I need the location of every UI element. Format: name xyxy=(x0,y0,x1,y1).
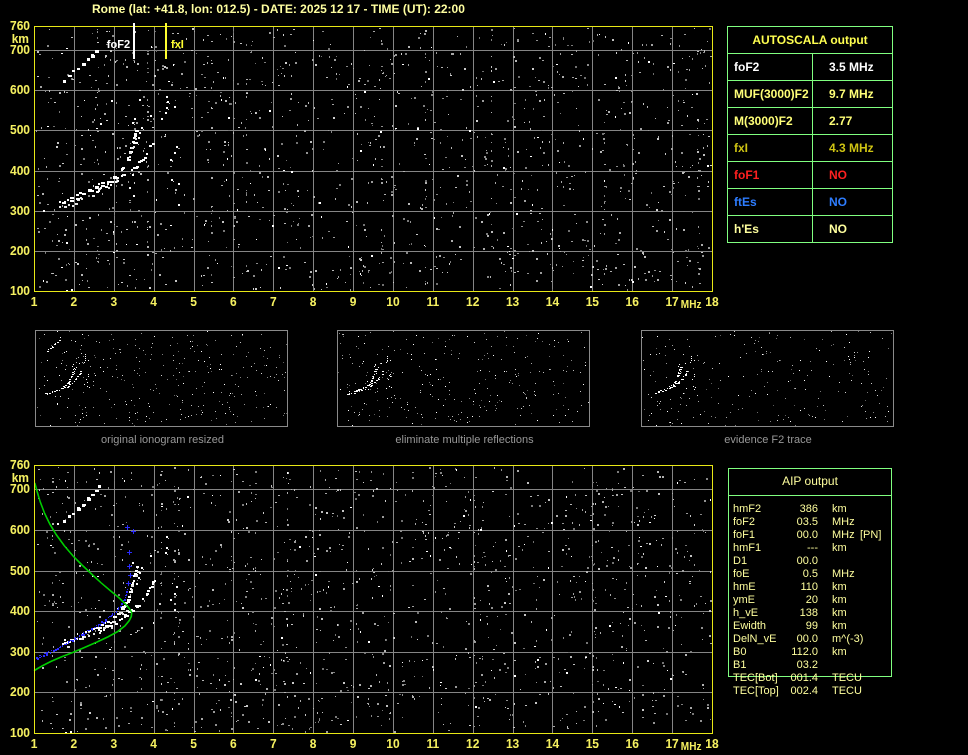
autoscala-window: Rome (lat: +41.8, lon: 012.5) - DATE: 20… xyxy=(0,0,968,755)
autoscala-table-header: AUTOSCALA output xyxy=(728,27,892,54)
table-row: ymE 20 km xyxy=(733,594,847,606)
table-row: foF1 00.0 MHz [PN] xyxy=(733,529,882,541)
table-row: fxI 4.3 MHz xyxy=(728,135,892,162)
thumbnail-eliminate-reflections xyxy=(337,330,590,427)
ionogram-bottom-chart xyxy=(0,458,730,755)
table-row: hmE 110 km xyxy=(733,581,847,593)
table-row: foE 0.5 MHz xyxy=(733,568,855,580)
thumbnail-eliminate-canvas xyxy=(338,331,589,426)
aip-rows: hmF2 386 km foF2 03.5 MHz foF1 00.0 MHz [PN] hm… xyxy=(728,494,892,698)
aip-output-table: AIP output hmF2 386 km foF2 03.5 MHz foF1 00.… xyxy=(728,468,892,698)
thumbnail-caption: eliminate multiple reflections xyxy=(395,434,534,446)
thumbnail-original-ionogram xyxy=(35,330,288,427)
table-row: foF2 03.5 MHz xyxy=(733,516,855,528)
table-row: foF2 3.5 MHz xyxy=(728,54,892,81)
table-row: ftEs NO xyxy=(728,189,892,216)
table-row: h'Es NO xyxy=(728,216,892,242)
table-row: foF1 NO xyxy=(728,162,892,189)
table-row: DelN_vE 00.0 m^(-3) xyxy=(733,633,864,645)
thumbnail-caption: original ionogram resized xyxy=(101,434,224,446)
table-row: TEC[Bot] 001.4 TECU xyxy=(733,672,862,684)
table-row: MUF(3000)F2 9.7 MHz xyxy=(728,81,892,108)
ionogram-top-chart xyxy=(0,18,730,316)
thumbnail-original-canvas xyxy=(36,331,287,426)
page-title: Rome (lat: +41.8, lon: 012.5) - DATE: 20… xyxy=(92,2,465,16)
autoscala-output-table: AUTOSCALA output foF2 3.5 MHz MUF(3000)F… xyxy=(727,26,893,243)
table-row: B0 112.0 km xyxy=(733,646,847,658)
table-row: D1 00.0 xyxy=(733,555,818,567)
thumbnail-evidence-f2 xyxy=(641,330,894,427)
thumbnail-evidence-canvas xyxy=(642,331,893,426)
table-row: TEC[Top] 002.4 TECU xyxy=(733,685,862,697)
table-row: hmF2 386 km xyxy=(733,503,847,515)
aip-table-header: AIP output xyxy=(782,474,838,488)
table-row: hmF1 --- km xyxy=(733,542,847,554)
thumbnail-caption: evidence F2 trace xyxy=(724,434,812,446)
table-row: h_vE 138 km xyxy=(733,607,847,619)
table-row: B1 03.2 xyxy=(733,659,818,671)
table-row: Ewidth 99 km xyxy=(733,620,847,632)
table-row: M(3000)F2 2.77 xyxy=(728,108,892,135)
